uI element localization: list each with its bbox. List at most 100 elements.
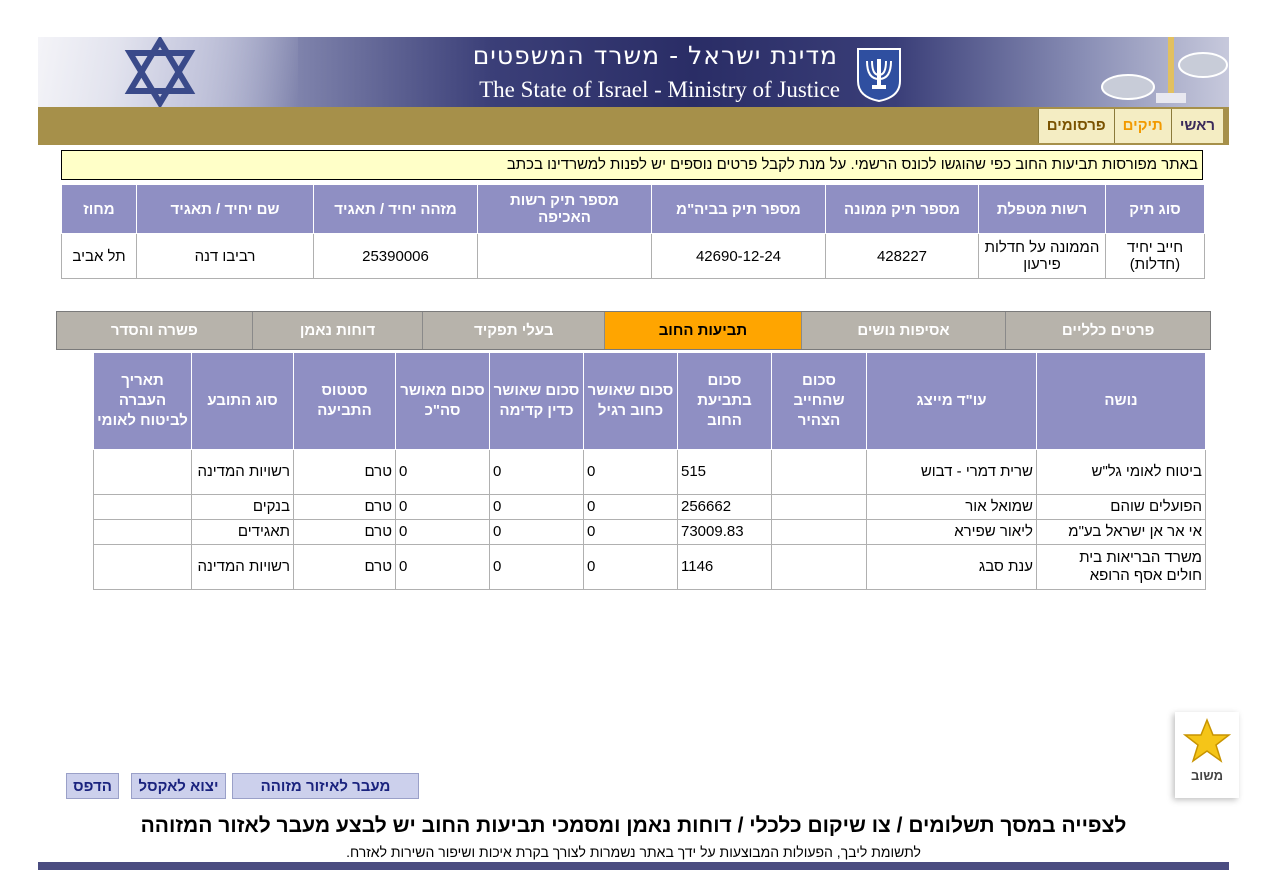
handling-authority-cell: הממונה על חדלות פירעון: [978, 233, 1106, 279]
footer-title: לצפייה במסך תשלומים / צו שיקום כלכלי / ד…: [140, 814, 1127, 837]
table-row: אי אר אן ישראל בע"מ ליאור שפירא 73009.83…: [93, 519, 1206, 545]
header-district: מחוז: [61, 184, 137, 234]
header-claimed-amount: סכום בתביעת החוב: [677, 352, 772, 450]
declared-amount-cell: [771, 449, 867, 495]
creditor-cell: משרד הבריאות בית חולים אסף הרופא: [1036, 544, 1206, 590]
claimant-type-cell: רשויות המדינה: [191, 449, 294, 495]
nav-publications[interactable]: פרסומים: [1037, 109, 1114, 143]
approved-regular-cell: 0: [583, 494, 678, 520]
approved-total-cell: 0: [395, 519, 490, 545]
case-tabs: פרטים כלליים אסיפות נושים תביעות החוב בע…: [56, 311, 1211, 350]
claimed-amount-cell: 515: [677, 449, 772, 495]
claim-status-cell: טרם: [293, 519, 396, 545]
lawyer-cell: שמואל אור: [866, 494, 1037, 520]
approved-priority-cell: 0: [489, 544, 584, 590]
transfer-date-cell: [93, 494, 192, 520]
header-approved-priority: סכום שאושר כדין קדימה: [489, 352, 584, 450]
site-banner: מדינת ישראל - משרד המשפטים The State of …: [38, 37, 1229, 107]
transfer-date-cell: [93, 519, 192, 545]
export-excel-button[interactable]: יצוא לאקסל: [131, 773, 226, 799]
claimed-amount-cell: 1146: [677, 544, 772, 590]
state-emblem-icon: [857, 48, 901, 103]
table-row: ביטוח לאומי גל"ש שרית דמרי - דבוש 515 0 …: [93, 449, 1206, 495]
transfer-date-cell: [93, 449, 192, 495]
tab-debt-claims[interactable]: תביעות החוב: [604, 312, 801, 349]
header-entity-id: מזהה יחיד / תאגיד: [313, 184, 478, 234]
star-icon: [1183, 718, 1231, 763]
scales-of-justice-icon: [1101, 37, 1228, 103]
header-representing-lawyer: עו"ד מייצג: [866, 352, 1037, 450]
header-entity-name: שם יחיד / תאגיד: [136, 184, 314, 234]
court-case-number-cell: 42690-12-24: [651, 233, 826, 279]
creditor-cell: ביטוח לאומי גל"ש: [1036, 449, 1206, 495]
info-notice: באתר מפורסות תביעות החוב כפי שהוגשו לכונ…: [61, 150, 1203, 180]
approved-priority-cell: 0: [489, 494, 584, 520]
print-button[interactable]: הדפס: [66, 773, 119, 799]
claimed-amount-cell: 256662: [677, 494, 772, 520]
feedback-label: משוב: [1190, 768, 1224, 783]
claimant-type-cell: רשויות המדינה: [191, 544, 294, 590]
footer-bar: [38, 862, 1229, 870]
header-handling-authority: רשות מטפלת: [978, 184, 1106, 234]
header-trustee-case-number: מספר תיק ממונה: [825, 184, 979, 234]
declared-amount-cell: [771, 519, 867, 545]
claim-status-cell: טרם: [293, 494, 396, 520]
header-claim-status: סטטוס התביעה: [293, 352, 396, 450]
transfer-date-cell: [93, 544, 192, 590]
creditor-cell: הפועלים שוהם: [1036, 494, 1206, 520]
main-nav-bar: ראשי תיקים פרסומים: [38, 107, 1229, 145]
approved-total-cell: 0: [395, 494, 490, 520]
case-details-table: סוג תיק רשות מטפלת מספר תיק ממונה מספר ת…: [61, 184, 1205, 279]
lawyer-cell: ליאור שפירא: [866, 519, 1037, 545]
tab-settlement[interactable]: פשרה והסדר: [57, 312, 252, 349]
tab-office-holders[interactable]: בעלי תפקיד: [422, 312, 605, 349]
table-row: חייב יחיד (חדלות) הממונה על חדלות פירעון…: [61, 233, 1205, 279]
site-title-english: The State of Israel - Ministry of Justic…: [479, 77, 840, 102]
entity-id-cell: 25390006: [313, 233, 478, 279]
claim-status-cell: טרם: [293, 449, 396, 495]
approved-regular-cell: 0: [583, 519, 678, 545]
tab-trustee-reports[interactable]: דוחות נאמן: [251, 312, 423, 349]
tab-general-details[interactable]: פרטים כלליים: [1005, 312, 1210, 349]
header-approved-regular: סכום שאושר כחוב רגיל: [583, 352, 678, 450]
case-type-cell: חייב יחיד (חדלות): [1105, 233, 1205, 279]
claim-status-cell: טרם: [293, 544, 396, 590]
header-court-case-number: מספר תיק בביה"מ: [651, 184, 826, 234]
approved-regular-cell: 0: [583, 449, 678, 495]
table-row: משרד הבריאות בית חולים אסף הרופא ענת סבג…: [93, 544, 1206, 590]
declared-amount-cell: [771, 544, 867, 590]
claimant-type-cell: בנקים: [191, 494, 294, 520]
district-cell: תל אביב: [61, 233, 137, 279]
site-title-hebrew: מדינת ישראל - משרד המשפטים: [472, 41, 838, 70]
declared-amount-cell: [771, 494, 867, 520]
approved-regular-cell: 0: [583, 544, 678, 590]
approved-total-cell: 0: [395, 544, 490, 590]
trustee-case-number-cell: 428227: [825, 233, 979, 279]
goto-identified-area-button[interactable]: מעבר לאיזור מזוהה: [232, 773, 419, 799]
table-row: הפועלים שוהם שמואל אור 256662 0 0 0 טרם …: [93, 494, 1206, 520]
enforcement-case-number-cell: [477, 233, 652, 279]
header-creditor: נושה: [1036, 352, 1206, 450]
entity-name-cell: רביבו דנה: [136, 233, 314, 279]
claimed-amount-cell: 73009.83: [677, 519, 772, 545]
debt-claims-table: נושה עו"ד מייצג סכום שהחייב הצהיר סכום ב…: [93, 352, 1206, 590]
header-transfer-date: תאריך העברה לביטוח לאומי: [93, 352, 192, 450]
lawyer-cell: שרית דמרי - דבוש: [866, 449, 1037, 495]
lawyer-cell: ענת סבג: [866, 544, 1037, 590]
header-claimant-type: סוג התובע: [191, 352, 294, 450]
header-declared-amount: סכום שהחייב הצהיר: [771, 352, 867, 450]
nav-home[interactable]: ראשי: [1170, 109, 1223, 143]
header-approved-total: סכום מאושר סה"כ: [395, 352, 490, 450]
footer-note: לתשומת ליבך, הפעולות המבוצעות על ידך באת…: [346, 844, 921, 860]
claimant-type-cell: תאגידים: [191, 519, 294, 545]
tab-creditors-meetings[interactable]: אסיפות נושים: [800, 312, 1006, 349]
approved-priority-cell: 0: [489, 519, 584, 545]
header-case-type: סוג תיק: [1105, 184, 1205, 234]
star-of-david-icon: [124, 37, 196, 107]
nav-cases[interactable]: תיקים: [1113, 109, 1171, 143]
header-enforcement-case-number: מספר תיק רשות האכיפה: [477, 184, 652, 234]
feedback-widget[interactable]: משוב: [1175, 712, 1239, 798]
approved-priority-cell: 0: [489, 449, 584, 495]
creditor-cell: אי אר אן ישראל בע"מ: [1036, 519, 1206, 545]
approved-total-cell: 0: [395, 449, 490, 495]
